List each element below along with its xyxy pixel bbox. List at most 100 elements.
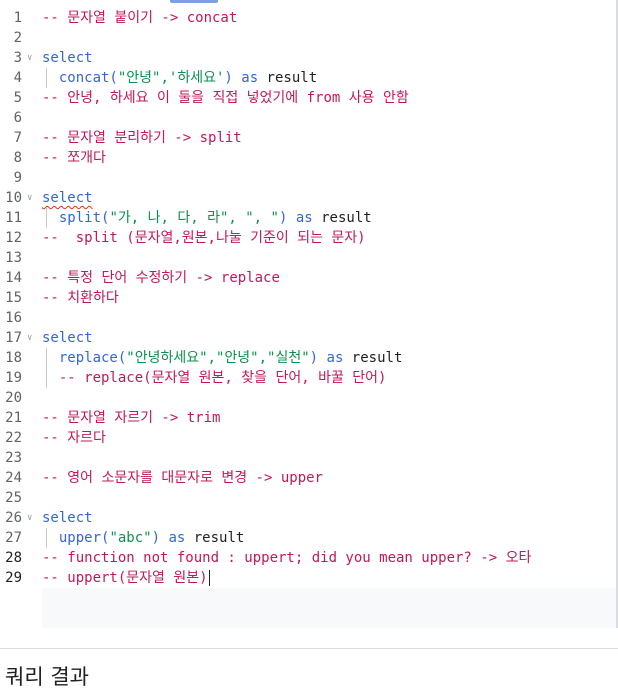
code-line[interactable]: 13 (0, 248, 618, 268)
line-code[interactable]: -- split (문자열,원본,나눌 기준이 되는 문자) (42, 228, 366, 248)
code-line[interactable]: 18 replace("안녕하세요","안녕","실천") as result (0, 348, 618, 368)
keyword-token: select (42, 510, 93, 526)
keyword-token: replace( (42, 350, 127, 366)
code-line[interactable]: 17 ∨ select (0, 328, 618, 348)
line-code[interactable]: -- uppert(문자열 원본) (42, 568, 210, 588)
code-line[interactable]: 29 -- uppert(문자열 원본) (0, 568, 618, 588)
code-line[interactable]: 27 upper("abc") as result (0, 528, 618, 548)
line-code[interactable]: -- function not found : uppert; did you … (42, 548, 531, 568)
comment-token: -- 영어 소문자를 대문자로 변경 -> upper (42, 470, 323, 486)
keyword-token: split( (42, 210, 110, 226)
code-line[interactable]: 3 ∨ select (0, 48, 618, 68)
comment-token: -- function not found : uppert; did you … (42, 550, 532, 566)
code-line[interactable]: 5 -- 안녕, 하세요 이 둘을 직접 넣었기에 from 사용 안함 (0, 88, 618, 108)
sql-editor[interactable]: 1 -- 문자열 붙이기 -> concat 2 3 ∨ select 4 concat("… (0, 0, 618, 628)
comment-token: -- 문자열 분리하기 -> split (42, 130, 242, 146)
line-number: 7 (13, 130, 22, 146)
line-number: 9 (13, 170, 22, 186)
line-number: 15 (5, 290, 22, 306)
code-line[interactable]: 15 -- 치환하다 (0, 288, 618, 308)
line-number: 10 (5, 190, 22, 206)
code-line[interactable]: 28 -- function not found : uppert; did yo… (0, 548, 618, 568)
comment-token: -- split (문자열,원본,나눌 기준이 되는 문자) (42, 230, 366, 246)
fold-chevron-icon[interactable]: ∨ (27, 188, 32, 208)
code-line[interactable]: 24 -- 영어 소문자를 대문자로 변경 -> upper (0, 468, 618, 488)
keyword-token: ) (151, 530, 169, 546)
code-line[interactable]: 20 (0, 388, 618, 408)
code-line[interactable]: 12 -- split (문자열,원본,나눌 기준이 되는 문자) (0, 228, 618, 248)
line-code[interactable]: -- 특정 단어 수정하기 -> replace (42, 268, 280, 288)
string-token: "가, 나, 다, 라", ", " (109, 210, 279, 226)
line-number: 26 (5, 510, 22, 526)
comment-token: -- 자르다 (42, 430, 106, 446)
code-line[interactable]: 21 -- 문자열 자르기 -> trim (0, 408, 618, 428)
ident-token: result (312, 210, 372, 226)
code-line[interactable]: 14 -- 특정 단어 수정하기 -> replace (0, 268, 618, 288)
line-number: 13 (5, 250, 22, 266)
line-number: 24 (5, 470, 22, 486)
code-line[interactable]: 25 (0, 488, 618, 508)
line-number: 28 (5, 550, 22, 566)
line-number: 25 (5, 490, 22, 506)
comment-token: -- replace(문자열 원본, 찾을 단어, 바꿀 단어) (42, 370, 387, 386)
keyword-token: concat( (42, 70, 118, 86)
code-line[interactable]: 22 -- 자르다 (0, 428, 618, 448)
keyword-token: select (42, 50, 93, 66)
code-line[interactable]: 10 ∨ select (0, 188, 618, 208)
code-line[interactable]: 23 (0, 448, 618, 468)
comment-token: -- 안녕, 하세요 이 둘을 직접 넣었기에 from 사용 안함 (42, 90, 409, 106)
code-line[interactable]: 19 -- replace(문자열 원본, 찾을 단어, 바꿀 단어) (0, 368, 618, 388)
line-number: 4 (13, 70, 22, 86)
line-code[interactable]: split("가, 나, 다, 라", ", ") as result (42, 208, 372, 228)
line-code[interactable]: replace("안녕하세요","안녕","실천") as result (42, 348, 403, 368)
line-code[interactable]: -- 자르다 (42, 428, 106, 448)
code-line[interactable]: 8 -- 쪼개다 (0, 148, 618, 168)
fold-chevron-icon[interactable]: ∨ (27, 508, 32, 528)
code-line[interactable]: 2 (0, 28, 618, 48)
line-number: 20 (5, 390, 22, 406)
code-line[interactable]: 7 -- 문자열 분리하기 -> split (0, 128, 618, 148)
line-code[interactable]: -- 문자열 붙이기 -> concat (42, 8, 237, 28)
keyword-token: select (42, 190, 93, 206)
comment-token: -- 문자열 자르기 -> trim (42, 410, 221, 426)
results-divider (0, 648, 618, 649)
line-code[interactable]: select (42, 508, 93, 528)
fold-chevron-icon[interactable]: ∨ (27, 48, 32, 68)
fold-chevron-icon[interactable]: ∨ (27, 328, 32, 348)
line-code[interactable]: select (42, 328, 93, 348)
code-line[interactable]: 4 concat("안녕",'하세요') as result (0, 68, 618, 88)
line-code[interactable]: -- 문자열 자르기 -> trim (42, 408, 220, 428)
code-line[interactable]: 26 ∨ select (0, 508, 618, 528)
line-code[interactable]: -- 안녕, 하세요 이 둘을 직접 넣었기에 from 사용 안함 (42, 88, 409, 108)
line-code[interactable]: -- replace(문자열 원본, 찾을 단어, 바꿀 단어) (42, 368, 387, 388)
code-line[interactable]: 16 (0, 308, 618, 328)
line-code[interactable]: -- 영어 소문자를 대문자로 변경 -> upper (42, 468, 323, 488)
line-number: 29 (5, 570, 22, 586)
code-line[interactable]: 11 split("가, 나, 다, 라", ", ") as result (0, 208, 618, 228)
keyword-token: as (168, 530, 186, 546)
keyword-token: ) (224, 70, 242, 86)
line-code[interactable]: select (42, 48, 93, 68)
keyword-token: as (295, 210, 313, 226)
editor-empty-area[interactable] (42, 588, 618, 628)
line-number: 3 (13, 50, 22, 66)
line-code[interactable]: -- 치환하다 (42, 288, 119, 308)
line-code[interactable]: concat("안녕",'하세요') as result (42, 68, 317, 88)
line-code[interactable]: upper("abc") as result (42, 528, 244, 548)
code-line[interactable]: 9 (0, 168, 618, 188)
code-line[interactable]: 1 -- 문자열 붙이기 -> concat (0, 8, 618, 28)
line-code[interactable]: -- 문자열 분리하기 -> split (42, 128, 242, 148)
keyword-token: ) (309, 350, 327, 366)
line-number: 18 (5, 350, 22, 366)
line-code[interactable]: -- 쪼개다 (42, 148, 106, 168)
line-number: 17 (5, 330, 22, 346)
active-tab-indicator (170, 0, 218, 3)
keyword-token: select (42, 330, 93, 346)
keyword-token: upper( (42, 530, 110, 546)
line-number: 22 (5, 430, 22, 446)
code-line[interactable]: 6 (0, 108, 618, 128)
string-token: "안녕",'하세요' (117, 70, 225, 86)
line-code[interactable]: select (42, 188, 93, 208)
string-token: "abc" (109, 530, 152, 546)
line-number: 21 (5, 410, 22, 426)
